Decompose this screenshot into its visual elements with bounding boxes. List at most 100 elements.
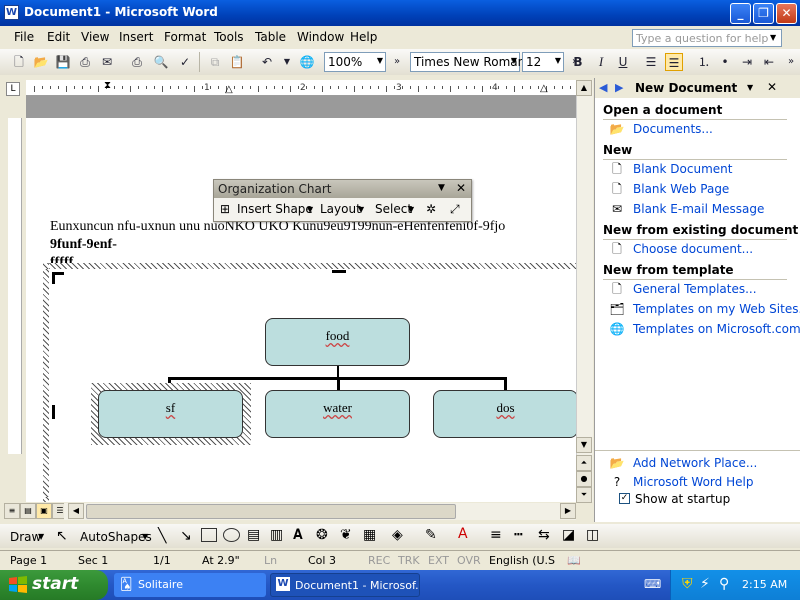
paste-icon[interactable]: 📋 (228, 53, 246, 71)
email-icon[interactable]: ✉ (98, 53, 116, 71)
browse-object-icon[interactable]: ● (576, 471, 592, 487)
help-dropdown-icon[interactable]: ▼ (770, 33, 776, 42)
menu-table[interactable]: Table (255, 30, 286, 44)
zoom-select[interactable]: 100% ▼ (324, 52, 386, 72)
clock[interactable]: 2:15 AM (742, 578, 787, 591)
toolbar-menu-icon[interactable]: ▼ (438, 183, 445, 193)
line-icon[interactable]: ╲ (158, 528, 166, 544)
menu-window[interactable]: Window (297, 30, 344, 44)
show-startup-checkbox[interactable]: ✓ (619, 493, 630, 504)
picture-icon[interactable]: ▦ (363, 527, 376, 543)
scroll-left-icon[interactable]: ◀ (68, 503, 84, 519)
word-app-icon[interactable]: W (4, 5, 19, 20)
microsoft-templates-link[interactable]: Templates on Microsoft.com (633, 322, 800, 336)
autoshapes-menu[interactable]: AutoShapes (80, 530, 152, 544)
spelling-status-icon[interactable]: 📖 (567, 554, 581, 567)
line-style-icon[interactable]: ≡ (490, 527, 502, 543)
print-icon[interactable]: ⎙ (128, 53, 146, 71)
normal-view-icon[interactable]: ≡ (4, 503, 20, 519)
font-select[interactable]: Times New Roman ▼ (410, 52, 525, 72)
close-icon[interactable]: ✕ (767, 80, 777, 94)
autoformat-icon[interactable]: ✲ (426, 202, 436, 216)
canvas-crop-handle[interactable] (332, 270, 346, 273)
canvas-crop-handle[interactable] (52, 405, 55, 419)
italic-button[interactable]: I (592, 53, 610, 71)
keyboard-icon[interactable]: ⌨ (644, 577, 661, 591)
tab-stop-marker[interactable]: △ (225, 84, 233, 95)
numbering-icon[interactable]: ⒈ (695, 53, 713, 71)
close-icon[interactable]: ✕ (456, 181, 466, 195)
wordart-icon[interactable]: 𝐀 (293, 527, 303, 543)
status-trk[interactable]: TRK (398, 554, 420, 567)
close-button[interactable]: ✕ (776, 3, 797, 24)
web-icon[interactable]: 🌐 (298, 53, 316, 71)
undo-icon[interactable]: ↶ (258, 53, 276, 71)
scroll-thumb[interactable] (86, 504, 456, 519)
select-objects-icon[interactable]: ↖ (56, 528, 68, 544)
draw-menu[interactable]: Draw (10, 530, 41, 544)
restore-button[interactable]: ❐ (753, 3, 774, 24)
fill-color-icon[interactable]: ◈ (392, 527, 403, 543)
add-network-place-link[interactable]: Add Network Place... (633, 456, 757, 470)
menu-insert[interactable]: Insert (119, 30, 153, 44)
menu-view[interactable]: View (81, 30, 109, 44)
rectangle-icon[interactable] (201, 528, 217, 542)
align-left-icon[interactable]: ☰ (642, 53, 660, 71)
web-sites-templates-link[interactable]: Templates on my Web Sites... (633, 302, 800, 316)
status-rec[interactable]: REC (368, 554, 390, 567)
3d-style-icon[interactable]: ◫ (586, 527, 599, 543)
org-node-child-2[interactable]: water (265, 390, 410, 438)
documents-link[interactable]: Documents... (633, 122, 713, 136)
oval-icon[interactable] (223, 528, 240, 542)
insert-shape-button[interactable]: Insert Shape (237, 202, 313, 216)
copy-icon[interactable]: ⧉ (206, 53, 224, 71)
bullets-icon[interactable]: • (716, 53, 734, 71)
scroll-down-icon[interactable]: ▼ (576, 437, 592, 453)
document-area[interactable]: Eunxuncun nfu-uxnun unu nuoNKO UKO Kunu9… (26, 96, 576, 502)
undo-dropdown-icon[interactable]: ▼ (278, 53, 296, 71)
menu-tools[interactable]: Tools (214, 30, 244, 44)
save-icon[interactable]: 💾 (54, 53, 72, 71)
align-center-icon[interactable]: ☰ (665, 53, 683, 71)
status-ovr[interactable]: OVR (457, 554, 481, 567)
open-folder-icon[interactable]: 📂 (32, 53, 50, 71)
font-color-icon[interactable]: A (458, 526, 468, 542)
taskbar-word[interactable]: Document1 - Microsof... (270, 573, 420, 597)
org-node-root[interactable]: food (265, 318, 410, 366)
network-icon[interactable]: ⚡ (700, 576, 710, 592)
canvas-crop-handle[interactable] (52, 272, 64, 284)
blank-email-link[interactable]: Blank E-mail Message (633, 202, 764, 216)
indent-icon[interactable]: ⇥ (738, 53, 756, 71)
clip-art-icon[interactable]: ❦ (340, 527, 352, 543)
print-preview-icon[interactable]: 🔍 (152, 53, 170, 71)
fit-text-icon[interactable]: ⤢ (450, 202, 460, 217)
org-toolbar-title[interactable]: Organization Chart (214, 180, 471, 198)
diagram-icon[interactable]: ❂ (316, 527, 328, 543)
forward-arrow-icon[interactable]: ▶ (615, 81, 623, 94)
dash-style-icon[interactable]: ┅ (514, 527, 522, 543)
shadow-style-icon[interactable]: ◪ (562, 527, 575, 543)
menu-file[interactable]: File (14, 30, 34, 44)
arrow-style-icon[interactable]: ⇆ (538, 527, 550, 543)
chevron-down-icon[interactable]: ▼ (307, 205, 313, 214)
underline-button[interactable]: U (614, 53, 632, 71)
chevron-down-icon[interactable]: ▼ (358, 205, 364, 214)
menu-format[interactable]: Format (164, 30, 206, 44)
back-arrow-icon[interactable]: ◀ (599, 81, 607, 94)
scroll-right-icon[interactable]: ▶ (560, 503, 576, 519)
outdent-icon[interactable]: ⇤ (760, 53, 778, 71)
line-color-icon[interactable]: ✎ (425, 527, 437, 543)
layout-button[interactable]: Layout (320, 202, 361, 216)
text-box-icon[interactable]: ▤ (247, 527, 260, 543)
chevron-down-icon[interactable]: ▼ (142, 532, 148, 541)
org-node-child-1[interactable]: sf (98, 390, 243, 438)
chevron-down-icon[interactable]: ▼ (747, 83, 753, 92)
web-layout-icon[interactable]: ▤ (20, 503, 36, 519)
blank-document-link[interactable]: Blank Document (633, 162, 732, 176)
word-help-link[interactable]: Microsoft Word Help (633, 475, 753, 489)
search-icon[interactable]: ⚲ (719, 576, 729, 592)
org-node-child-3[interactable]: dos (433, 390, 576, 438)
tab-selector[interactable]: L (6, 82, 20, 96)
chevron-down-icon[interactable]: ▼ (38, 532, 44, 541)
indent-marker[interactable]: ⧗ (104, 80, 111, 91)
